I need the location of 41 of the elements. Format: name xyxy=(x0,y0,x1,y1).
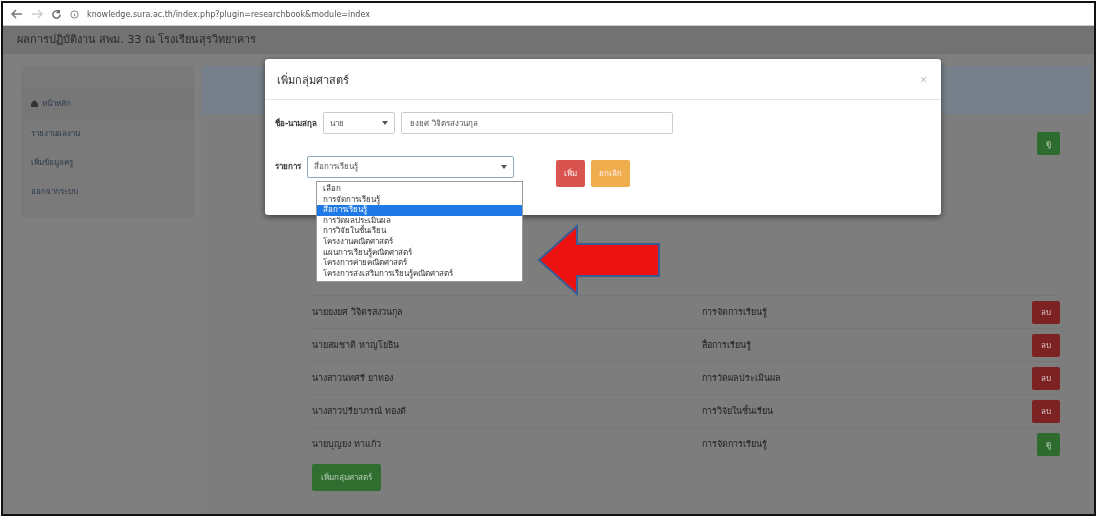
add-button[interactable]: เพิ่มกลุ่มศาสตร์ xyxy=(312,464,381,491)
delete-button[interactable]: ลบ xyxy=(1032,366,1060,390)
dropdown-option[interactable]: โครงการค่ายคณิตศาสตร์ xyxy=(317,258,522,269)
table-cell-text: นายสมชาติ หาญโยธิน xyxy=(312,339,400,352)
prefix-select[interactable]: นาย xyxy=(323,112,396,134)
table-cell-text: นางสาวปรียาภรณ์ ทองดี xyxy=(312,405,407,418)
table-cell-text: การจัดการเรียนรู้ xyxy=(702,438,768,451)
add-button[interactable]: เพิ่ม xyxy=(556,160,585,187)
table-cell-text: การวัดผลประเมินผล xyxy=(702,372,782,385)
view-button[interactable]: ดู xyxy=(1037,132,1060,155)
dropdown-option[interactable]: สื่อการเรียนรู้ xyxy=(317,205,522,216)
table-cell-text: การจัดการเรียนรู้ xyxy=(702,306,768,319)
arrow-icon xyxy=(537,224,661,296)
view-button[interactable]: ดู xyxy=(1037,432,1060,456)
table-cell-text: การวิจัยในชั้นเรียน xyxy=(702,404,774,418)
site-title: ผลการปฏิบัติงาน สพม. 33 ณ โรงเรียนสุรวิทยาคาร xyxy=(3,26,1094,54)
caret-icon xyxy=(382,121,389,125)
dropdown-option[interactable]: การจัดการเรียนรู้ xyxy=(317,194,522,206)
table-cell-text: นายบุญยง ทาแก้ว xyxy=(312,438,382,451)
caret-icon xyxy=(501,164,507,169)
dropdown-option[interactable]: การวิจัยในชั้นเรียน xyxy=(317,226,522,237)
delete-button[interactable]: ลบ xyxy=(1032,333,1060,357)
delete-button[interactable]: ลบ xyxy=(1032,300,1060,324)
dropdown-option[interactable]: แผนการเรียนรู้คณิตศาสตร์ xyxy=(317,247,522,259)
table-cell-text: นายยงยศ วิจิตรสงวนกุล xyxy=(312,306,404,319)
delete-button[interactable]: ลบ xyxy=(1032,399,1060,423)
back-icon[interactable] xyxy=(11,9,23,19)
reload-icon[interactable] xyxy=(51,8,62,20)
modal-title: เพิ่มกลุ่มศาสตร์ xyxy=(277,71,349,89)
field-label: รายการ xyxy=(275,161,301,173)
category-select[interactable]: สื่อการเรียนรู้ xyxy=(307,155,514,178)
info-icon[interactable] xyxy=(70,9,79,19)
dropdown-option[interactable]: โครงงานคณิตศาสตร์ xyxy=(317,236,522,248)
home-icon xyxy=(31,100,38,107)
table-cell-text: นางสาวนทศรี ยาทอง xyxy=(312,372,394,385)
dropdown-option[interactable]: เลือก xyxy=(317,184,522,195)
field-label: ชื่อ-นามสกุล xyxy=(275,117,318,130)
dropdown-option[interactable]: โครงการส่งเสริมการเรียนรู้คณิตศาสตร์ xyxy=(317,268,522,280)
name-field[interactable]: ยงยศ วิจิตรสงวนกุล xyxy=(401,112,674,134)
address-bar[interactable]: knowledge.sura.ac.th/index.php?plugin=researchbook&module=index xyxy=(87,9,370,19)
table-cell-text: สื่อการเรียนรู้ xyxy=(702,338,752,352)
